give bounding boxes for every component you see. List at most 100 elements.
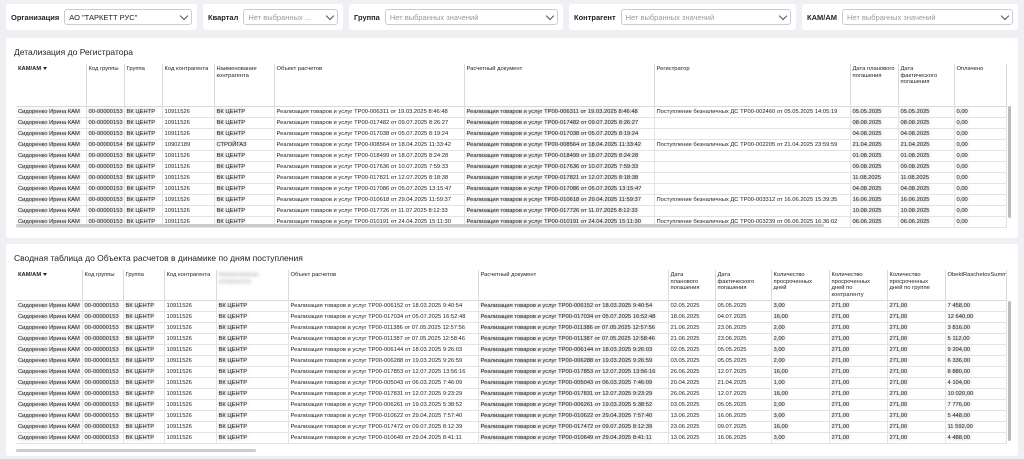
table-cell: 00-00000153 [82,333,124,346]
table-cell: ВК ЦЕНТР [123,300,165,313]
filter-group: Группа Нет выбранных значений [349,4,563,30]
column-header-label: Дата планового погашения [670,272,700,292]
kam-select[interactable]: Нет выбранных значений [842,9,1013,25]
column-header[interactable]: Код группы [86,64,125,107]
column-header[interactable]: ObektRaschetovSumm... [945,270,1007,302]
registrator-detail-table: КАМ/АМ Код группы Группа Код контрагента Наи… [16,64,1007,228]
column-header[interactable]: Количество просроченных дней по группе [887,270,946,302]
table-cell: Сидоренко Ирина КАМ [16,172,87,184]
table-cell: 09.07.2025 [715,421,772,434]
horizontal-scrollbar[interactable] [16,449,256,452]
column-header[interactable]: Количество просроченных дней по контраге… [829,270,888,302]
column-header[interactable]: Дата фактического погашения [715,270,772,302]
table-cell: 271,00 [887,322,946,335]
table-row[interactable]: Сидоренко Ирина КАМ 00-00000153 ВК ЦЕНТР 10… [16,355,1007,368]
vertical-scrollbar[interactable] [1008,106,1011,218]
column-header[interactable]: Регистратор [654,64,851,107]
table-row[interactable]: Сидоренко Ирина КАМ 00-00000154 ВК ЦЕНТР 10… [16,139,1007,151]
table-row[interactable]: Сидоренко Ирина КАМ 00-00000153 ВК ЦЕНТР 10… [16,421,1007,434]
column-header[interactable]: КАМ/АМ [16,64,87,107]
table-row[interactable]: Сидоренко Ирина КАМ 00-00000153 ВК ЦЕНТР 10… [16,311,1007,324]
table-cell: Реализация товаров и услуг ТР00-010622 о… [288,410,479,423]
table-cell: Реализация товаров и услуг ТР00-017482 о… [464,117,655,129]
table-cell: Реализация товаров и услуг ТР00-017038 о… [464,128,655,140]
column-header[interactable]: Группа [124,64,163,107]
column-header[interactable]: Дата планового погашения [668,270,716,302]
column-header[interactable]: Наименование контрагента [214,64,275,107]
table-row[interactable]: Сидоренко Ирина КАМ 00-00000153 ВК ЦЕНТР 10… [16,410,1007,423]
table-cell: 00-00000153 [86,205,125,217]
table-cell: 00-00000153 [86,117,125,129]
summary-table: КАМ/АМ Код группы Группа Код контрагента Наи… [16,270,1007,445]
table-row[interactable]: Сидоренко Ирина КАМ 00-00000153 ВК ЦЕНТР 10… [16,399,1007,412]
table-row[interactable]: Сидоренко Ирина КАМ 00-00000153 ВК ЦЕНТР 10… [16,183,1007,195]
table-cell: Реализация товаров и услуг ТР00-017034 о… [478,311,669,324]
column-header[interactable]: Группа [123,270,165,302]
table-cell: 16.06.2025 [715,410,772,423]
table-cell: 0,00 [954,194,1007,206]
table-row[interactable]: Сидоренко Ирина КАМ 00-00000153 ВК ЦЕНТР 10… [16,117,1007,129]
table-cell: Реализация товаров и услуг ТР00-006311 о… [464,106,655,118]
table-cell: ВК ЦЕНТР [216,377,289,390]
column-header[interactable]: Наименование контрагента [216,270,289,302]
table-cell: 10911526 [164,333,217,346]
sort-desc-icon[interactable] [43,272,48,276]
column-header[interactable]: Объект расчетов [288,270,479,302]
column-header[interactable]: Код контрагента [164,270,217,302]
table-cell: 00-00000153 [82,344,124,357]
table-cell: Реализация товаров и услуг ТР00-011387 о… [288,333,479,346]
table-cell: ВК ЦЕНТР [124,205,163,217]
column-header[interactable]: Расчетный документ [478,270,669,302]
filter-organization: Организация АО "ТАРКЕТТ РУС" [6,4,197,30]
counterparty-select[interactable]: Нет выбранных значений [620,9,791,25]
table-cell: 10911526 [162,150,215,162]
vertical-scrollbar[interactable] [1008,301,1011,441]
column-header[interactable]: КАМ/АМ [16,270,83,302]
table-row[interactable]: Сидоренко Ирина КАМ 00-00000153 ВК ЦЕНТР 10… [16,366,1007,379]
column-header[interactable]: Расчетный документ [464,64,655,107]
table-cell: Реализация товаров и услуг ТР00-011387 о… [478,333,669,346]
table-cell: ВК ЦЕНТР [216,344,289,357]
sort-desc-icon[interactable] [43,66,48,70]
select-value: АО "ТАРКЕТТ РУС" [69,12,138,22]
table-cell: Реализация товаров и услуг ТР00-017726 о… [274,205,465,217]
column-header[interactable]: Объект расчетов [274,64,465,107]
table-row[interactable]: Сидоренко Ирина КАМ 00-00000153 ВК ЦЕНТР 10… [16,377,1007,390]
select-value: Нет выбранных ... [248,12,311,22]
column-header-label: Дата планового погашения [852,66,895,79]
table-row[interactable]: Сидоренко Ирина КАМ 00-00000153 ВК ЦЕНТР 10… [16,333,1007,346]
table-row[interactable]: Сидоренко Ирина КАМ 00-00000153 ВК ЦЕНТР 10… [16,106,1007,118]
table-row[interactable]: Сидоренко Ирина КАМ 00-00000153 ВК ЦЕНТР 10… [16,300,1007,313]
table-cell: 16.06.2025 [715,432,772,445]
table-row[interactable]: Сидоренко Ирина КАМ 00-00000153 ВК ЦЕНТР 10… [16,205,1007,217]
table-cell: 21.06.2025 [668,322,716,335]
table-row[interactable]: Сидоренко Ирина КАМ 00-00000153 ВК ЦЕНТР 10… [16,322,1007,335]
table-cell: 0,00 [954,139,1007,151]
column-header[interactable]: Оплачено [954,64,1007,107]
table-cell: 10911526 [162,106,215,118]
table-row[interactable]: Сидоренко Ирина КАМ 00-00000153 ВК ЦЕНТР 10… [16,128,1007,140]
table-cell: 00-00000153 [82,366,124,379]
organization-select[interactable]: АО "ТАРКЕТТ РУС" [64,9,192,25]
table-row[interactable]: Сидоренко Ирина КАМ 00-00000153 ВК ЦЕНТР 10… [16,432,1007,445]
table-cell: 10911526 [164,421,217,434]
table-row[interactable]: Сидоренко Ирина КАМ 00-00000153 ВК ЦЕНТР 10… [16,172,1007,184]
chevron-down-icon [545,11,555,20]
table-cell: 04.08.2025 [898,183,955,195]
table-row[interactable]: Сидоренко Ирина КАМ 00-00000153 ВК ЦЕНТР 10… [16,344,1007,357]
column-header[interactable]: Код группы [82,270,124,302]
table-row[interactable]: Сидоренко Ирина КАМ 00-00000153 ВК ЦЕНТР 10… [16,161,1007,173]
horizontal-scrollbar[interactable] [16,224,824,227]
table-row[interactable]: Сидоренко Ирина КАМ 00-00000153 ВК ЦЕНТР 10… [16,388,1007,401]
table-row[interactable]: Сидоренко Ирина КАМ 00-00000153 ВК ЦЕНТР 10… [16,150,1007,162]
column-header[interactable]: Дата планового погашения [850,64,899,107]
quarter-select[interactable]: Нет выбранных ... [243,9,338,25]
group-select[interactable]: Нет выбранных значений [384,9,558,25]
column-header-label: ObektRaschetovSumm... [947,272,1006,278]
table-cell: 00-00000153 [82,421,124,434]
column-header[interactable]: Код контрагента [162,64,215,107]
column-header[interactable]: Дата фактического погашения [898,64,955,107]
column-header[interactable]: Количество просроченных дней [771,270,830,302]
table-row[interactable]: Сидоренко Ирина КАМ 00-00000153 ВК ЦЕНТР 10… [16,194,1007,206]
table-cell: 271,00 [829,344,888,357]
